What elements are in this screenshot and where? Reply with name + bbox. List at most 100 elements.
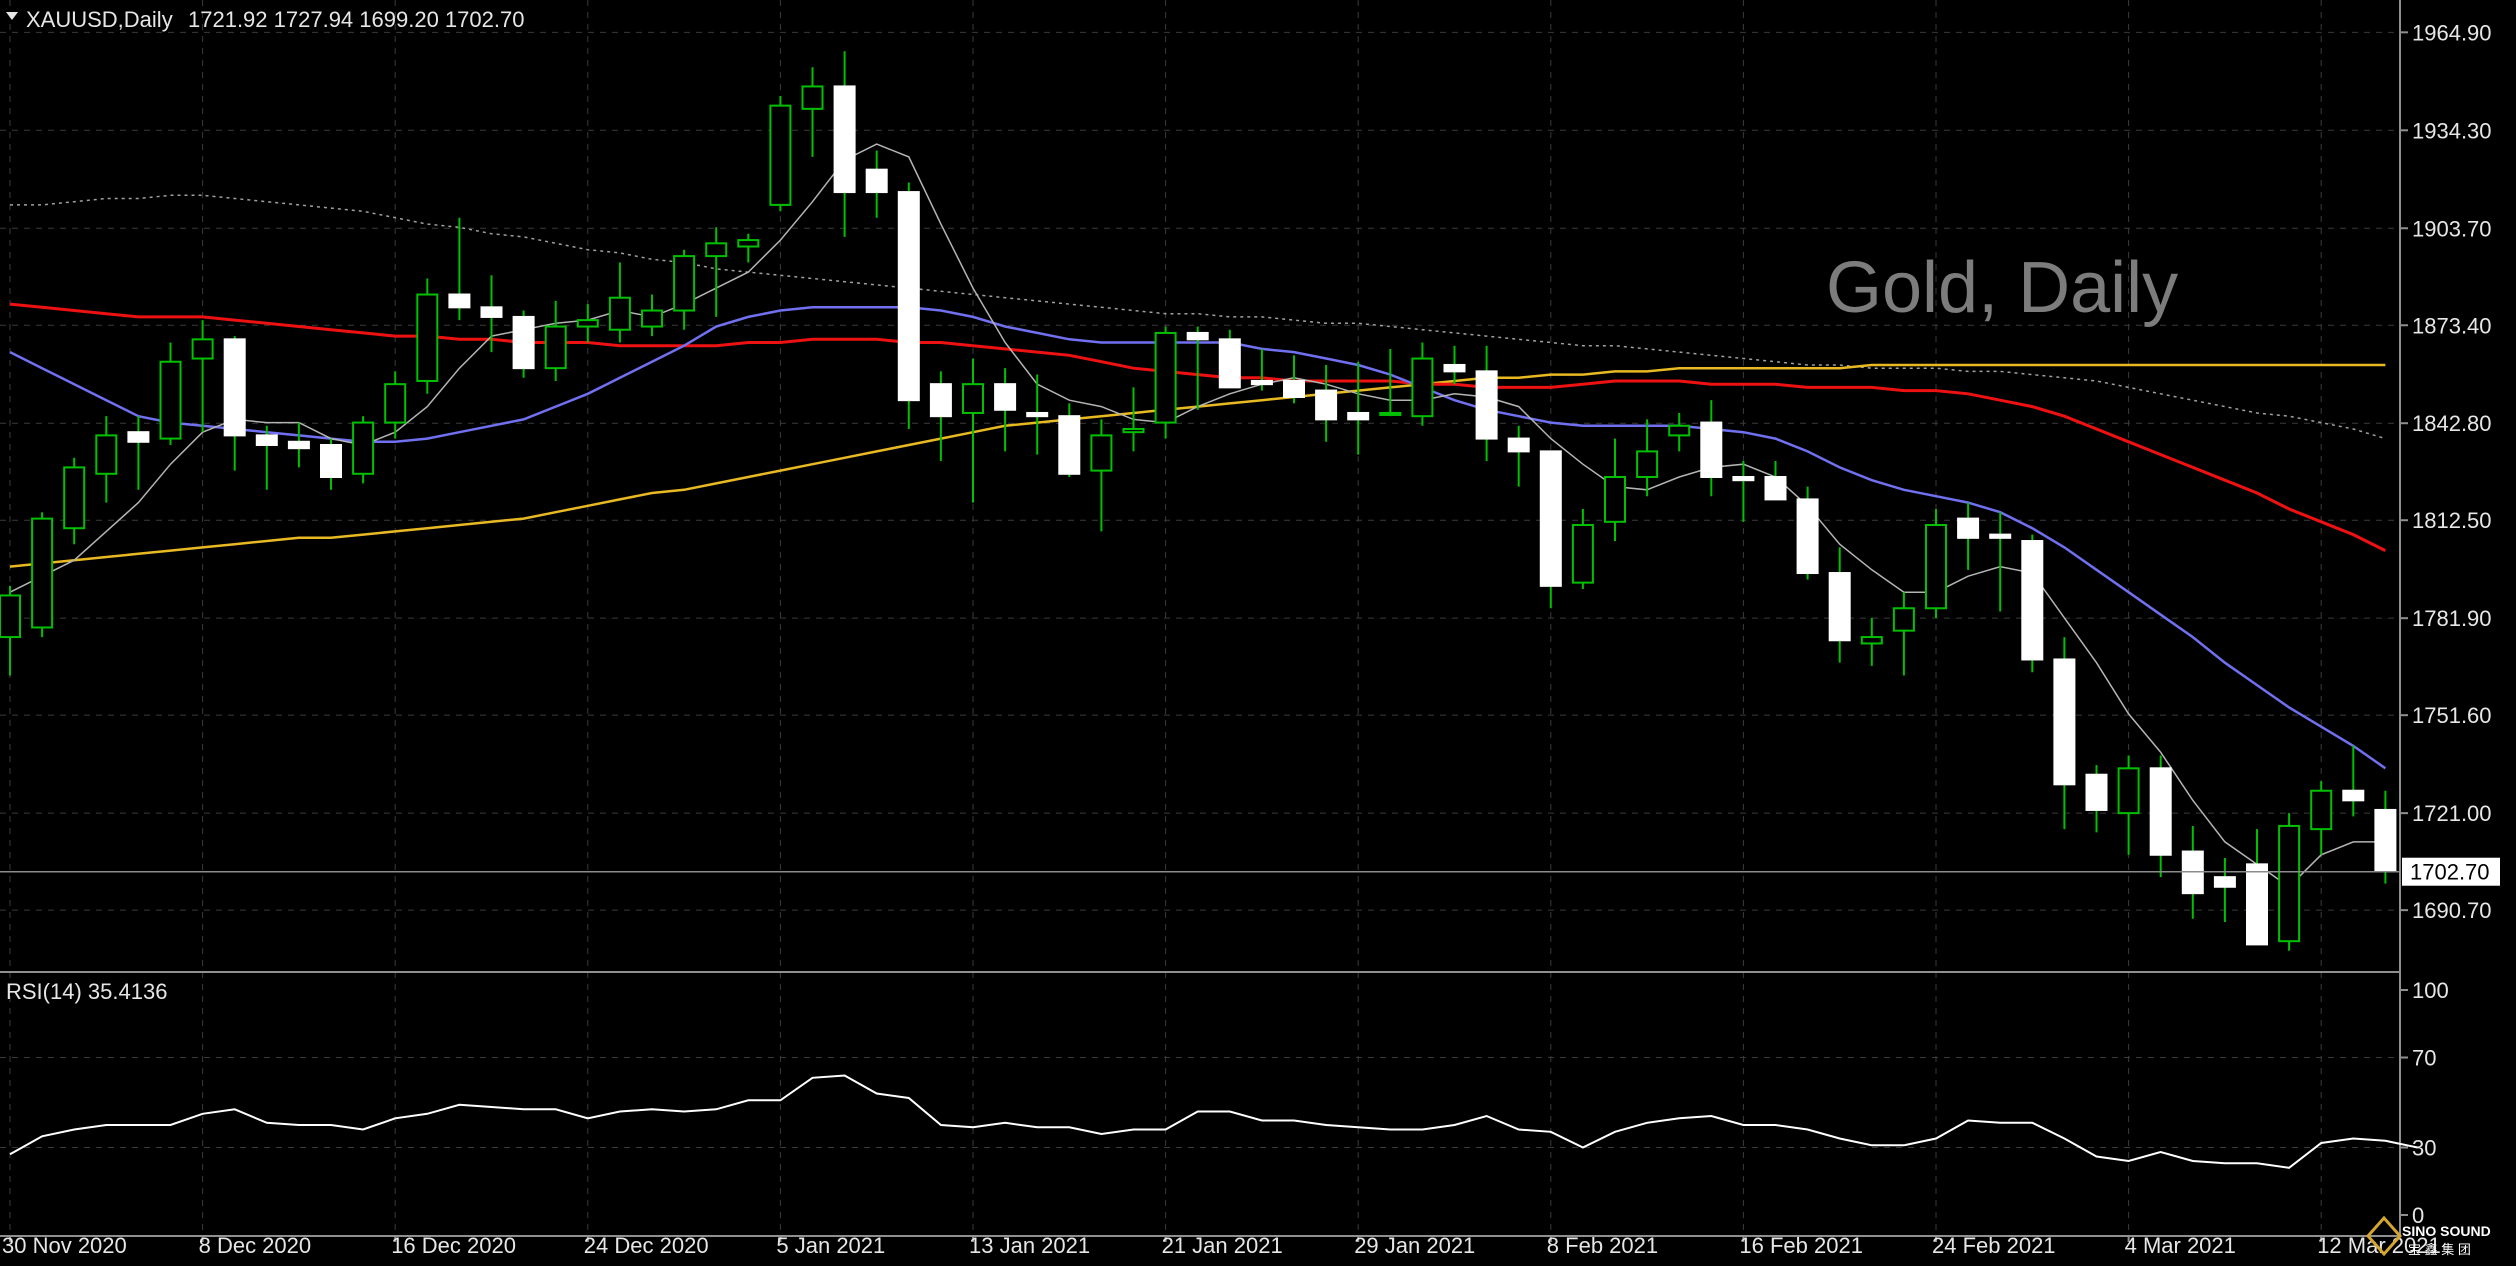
candle-body	[255, 434, 278, 446]
candle-body	[1636, 450, 1659, 478]
candle-body	[1154, 331, 1177, 424]
candle-body	[2310, 789, 2333, 831]
candle-body	[1411, 357, 1434, 418]
y-tick-label: 1903.70	[2412, 216, 2492, 241]
candle-body	[1892, 607, 1915, 632]
candle-body	[2213, 876, 2236, 888]
candle-body	[1539, 450, 1562, 587]
candle-24[interactable]	[769, 96, 792, 212]
candle-60[interactable]	[1925, 509, 1947, 618]
candle-body	[833, 85, 856, 194]
y-tick-label: 1751.60	[2412, 703, 2492, 728]
x-tick-label: 5 Jan 2021	[776, 1233, 885, 1258]
candle-body	[95, 434, 118, 475]
candle-body	[608, 296, 631, 331]
y-tick-label: 1934.30	[2412, 118, 2492, 143]
candle-body	[2246, 863, 2268, 946]
candle-body	[1122, 427, 1145, 434]
x-tick-label: 8 Feb 2021	[1547, 1233, 1658, 1258]
watermark-title: Gold, Daily	[1826, 248, 2178, 328]
candle-body	[929, 383, 952, 418]
candle-body	[480, 306, 503, 318]
candle-body	[512, 315, 535, 370]
candle-body	[2342, 789, 2365, 802]
x-tick-label: 24 Dec 2020	[584, 1233, 709, 1258]
logo-line2: 宝 鑫 集 团	[2408, 1242, 2471, 1257]
y-tick-label: 1721.00	[2412, 801, 2492, 826]
x-tick-label: 16 Dec 2020	[391, 1233, 516, 1258]
candle-28[interactable]	[897, 182, 920, 429]
candle-body	[962, 383, 984, 414]
candle-body	[1700, 421, 1723, 478]
candle-71[interactable]	[2278, 813, 2301, 951]
candle-16[interactable]	[512, 310, 535, 378]
candle-body	[1315, 389, 1338, 421]
candle-body	[1925, 524, 1947, 610]
candle-body	[705, 242, 728, 258]
candle-body	[1058, 415, 1081, 475]
candle-body	[1989, 533, 2012, 539]
candle-body	[1443, 363, 1466, 373]
logo-line1: SINO SOUND	[2402, 1223, 2491, 1239]
last-price-label: 1702.70	[2410, 860, 2490, 885]
y-tick-label: 1812.50	[2412, 508, 2492, 533]
rsi-tick-label: 100	[2412, 978, 2449, 1003]
candle-body	[1796, 498, 1819, 575]
candle-body	[769, 104, 792, 206]
candle-body	[159, 360, 182, 440]
candle-body	[352, 421, 375, 475]
candle-1[interactable]	[31, 512, 54, 638]
candle-body	[865, 168, 888, 194]
chart-background	[0, 0, 2516, 1266]
candle-body	[1283, 379, 1305, 398]
candle-13[interactable]	[416, 278, 439, 394]
candle-36[interactable]	[1154, 326, 1177, 439]
candle-body	[2021, 540, 2044, 661]
x-tick-label: 24 Feb 2021	[1932, 1233, 2056, 1258]
candle-body	[1732, 475, 1755, 482]
rsi-label: RSI(14) 35.4136	[6, 979, 167, 1004]
y-tick-label: 1781.90	[2412, 606, 2492, 631]
candle-body	[2053, 658, 2076, 786]
y-tick-label: 1873.40	[2412, 313, 2492, 338]
y-tick-label: 1690.70	[2412, 898, 2492, 923]
candle-body	[994, 383, 1017, 411]
x-tick-label: 8 Dec 2020	[199, 1233, 312, 1258]
candle-body	[416, 293, 439, 382]
candle-56[interactable]	[1796, 486, 1819, 580]
candle-body	[897, 191, 920, 402]
x-tick-label: 30 Nov 2020	[2, 1233, 127, 1258]
y-tick-label: 1964.90	[2412, 20, 2492, 45]
last-price-tag: 1702.70	[2402, 857, 2500, 886]
candle-11[interactable]	[352, 416, 375, 484]
candle-body	[801, 85, 824, 110]
price-chart[interactable]: Gold, Daily 10070300 1964.901934.301903.…	[0, 0, 2516, 1266]
candle-38[interactable]	[1218, 329, 1241, 389]
candle-body	[0, 594, 21, 639]
candle-body	[1764, 475, 1787, 501]
candle-body	[1090, 434, 1113, 472]
x-tick-label: 4 Mar 2021	[2125, 1233, 2236, 1258]
candle-body	[1571, 524, 1594, 584]
candle-body	[223, 338, 246, 437]
ohlc-values: 1721.92 1727.94 1699.20 1702.70	[188, 7, 524, 32]
candle-body	[1186, 331, 1209, 341]
candle-body	[2374, 808, 2397, 872]
x-tick-label: 16 Feb 2021	[1739, 1233, 1863, 1258]
candle-body	[1218, 338, 1241, 389]
candle-body	[1957, 517, 1980, 539]
candle-body	[1347, 411, 1370, 421]
candle-body	[1604, 475, 1626, 523]
candle-body	[287, 440, 310, 450]
candle-body	[448, 293, 471, 309]
candle-48[interactable]	[1539, 450, 1562, 609]
symbol-label: XAUUSD,Daily	[26, 7, 173, 32]
candle-body	[63, 466, 86, 530]
candle-body	[1668, 424, 1691, 437]
candle-body	[2117, 767, 2140, 815]
candle-63[interactable]	[2021, 534, 2044, 673]
candle-body	[576, 319, 599, 328]
candle-body	[1379, 411, 1402, 416]
x-tick-label: 21 Jan 2021	[1162, 1233, 1283, 1258]
candle-body	[1507, 437, 1530, 453]
